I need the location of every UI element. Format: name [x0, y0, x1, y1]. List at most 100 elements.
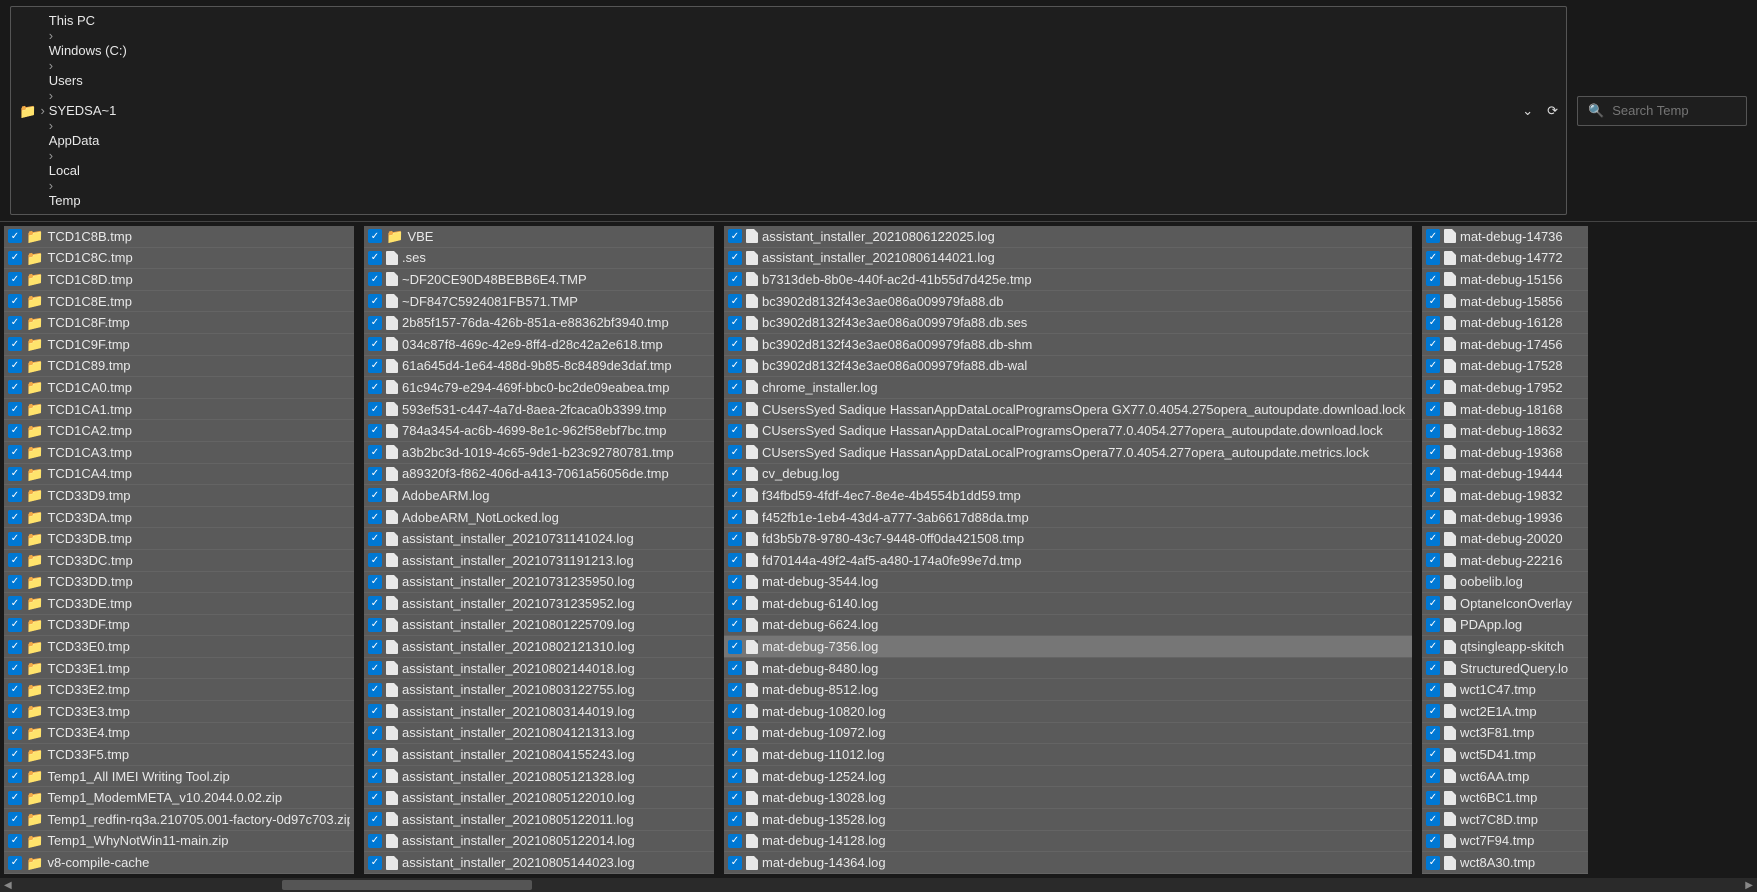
file-row[interactable]: ✓assistant_installer_20210804121313.log [364, 723, 714, 745]
file-row[interactable]: ✓wct6AA.tmp [1422, 766, 1588, 788]
breadcrumb-segment[interactable]: Windows (C:) [49, 43, 127, 58]
checkbox-icon[interactable]: ✓ [368, 618, 382, 632]
file-row[interactable]: ✓61c94c79-e294-469f-bbc0-bc2de09eabea.tm… [364, 377, 714, 399]
file-row[interactable]: ✓f34fbd59-4fdf-4ec7-8e4e-4b4554b1dd59.tm… [724, 485, 1412, 507]
checkbox-icon[interactable]: ✓ [1426, 834, 1440, 848]
checkbox-icon[interactable]: ✓ [368, 488, 382, 502]
checkbox-icon[interactable]: ✓ [8, 294, 22, 308]
file-row[interactable]: ✓StructuredQuery.lo [1422, 658, 1588, 680]
checkbox-icon[interactable]: ✓ [8, 251, 22, 265]
file-row[interactable]: ✓assistant_installer_20210806144021.log [724, 248, 1412, 270]
file-row[interactable]: ✓mat-debug-19832 [1422, 485, 1588, 507]
checkbox-icon[interactable]: ✓ [368, 661, 382, 675]
checkbox-icon[interactable]: ✓ [368, 704, 382, 718]
checkbox-icon[interactable]: ✓ [1426, 380, 1440, 394]
file-row[interactable]: ✓wct8A30.tmp [1422, 852, 1588, 874]
file-row[interactable]: ✓mat-debug-13028.log [724, 787, 1412, 809]
checkbox-icon[interactable]: ✓ [8, 683, 22, 697]
file-row[interactable]: ✓mat-debug-18632 [1422, 420, 1588, 442]
file-row[interactable]: ✓assistant_installer_20210731235950.log [364, 572, 714, 594]
checkbox-icon[interactable]: ✓ [8, 661, 22, 675]
file-row[interactable]: ✓📁TCD33E4.tmp [4, 723, 354, 745]
checkbox-icon[interactable]: ✓ [728, 532, 742, 546]
checkbox-icon[interactable]: ✓ [8, 596, 22, 610]
file-row[interactable]: ✓CUsersSyed Sadique HassanAppDataLocalPr… [724, 420, 1412, 442]
checkbox-icon[interactable]: ✓ [728, 834, 742, 848]
checkbox-icon[interactable]: ✓ [368, 294, 382, 308]
file-row[interactable]: ✓assistant_installer_20210805121328.log [364, 766, 714, 788]
file-row[interactable]: ✓📁TCD33F5.tmp [4, 744, 354, 766]
checkbox-icon[interactable]: ✓ [8, 575, 22, 589]
checkbox-icon[interactable]: ✓ [8, 272, 22, 286]
file-row[interactable]: ✓📁TCD1C89.tmp [4, 356, 354, 378]
checkbox-icon[interactable]: ✓ [1426, 424, 1440, 438]
checkbox-icon[interactable]: ✓ [728, 251, 742, 265]
checkbox-icon[interactable]: ✓ [1426, 856, 1440, 870]
checkbox-icon[interactable]: ✓ [1426, 510, 1440, 524]
file-row[interactable]: ✓mat-debug-17528 [1422, 356, 1588, 378]
checkbox-icon[interactable]: ✓ [8, 337, 22, 351]
file-row[interactable]: ✓AdobeARM_NotLocked.log [364, 507, 714, 529]
checkbox-icon[interactable]: ✓ [1426, 251, 1440, 265]
file-row[interactable]: ✓mat-debug-6140.log [724, 593, 1412, 615]
checkbox-icon[interactable]: ✓ [8, 380, 22, 394]
file-row[interactable]: ✓f452fb1e-1eb4-43d4-a777-3ab6617d88da.tm… [724, 507, 1412, 529]
checkbox-icon[interactable]: ✓ [368, 229, 382, 243]
file-row[interactable]: ✓📁Temp1_WhyNotWin11-main.zip [4, 831, 354, 853]
checkbox-icon[interactable]: ✓ [728, 359, 742, 373]
checkbox-icon[interactable]: ✓ [1426, 532, 1440, 546]
file-row[interactable]: ✓assistant_installer_20210805122010.log [364, 787, 714, 809]
checkbox-icon[interactable]: ✓ [728, 272, 742, 286]
file-row[interactable]: ✓CUsersSyed Sadique HassanAppDataLocalPr… [724, 399, 1412, 421]
checkbox-icon[interactable]: ✓ [368, 726, 382, 740]
checkbox-icon[interactable]: ✓ [8, 791, 22, 805]
file-row[interactable]: ✓bc3902d8132f43e3ae086a009979fa88.db.ses [724, 312, 1412, 334]
checkbox-icon[interactable]: ✓ [368, 791, 382, 805]
file-row[interactable]: ✓wct5D41.tmp [1422, 744, 1588, 766]
checkbox-icon[interactable]: ✓ [1426, 596, 1440, 610]
file-row[interactable]: ✓📁TCD33DE.tmp [4, 593, 354, 615]
checkbox-icon[interactable]: ✓ [728, 229, 742, 243]
checkbox-icon[interactable]: ✓ [1426, 769, 1440, 783]
checkbox-icon[interactable]: ✓ [368, 380, 382, 394]
file-row[interactable]: ✓mat-debug-22216 [1422, 550, 1588, 572]
file-row[interactable]: ✓📁VBE [364, 226, 714, 248]
checkbox-icon[interactable]: ✓ [368, 834, 382, 848]
file-row[interactable]: ✓📁TCD33E2.tmp [4, 679, 354, 701]
checkbox-icon[interactable]: ✓ [368, 575, 382, 589]
checkbox-icon[interactable]: ✓ [728, 337, 742, 351]
checkbox-icon[interactable]: ✓ [728, 726, 742, 740]
checkbox-icon[interactable]: ✓ [728, 380, 742, 394]
checkbox-icon[interactable]: ✓ [728, 596, 742, 610]
checkbox-icon[interactable]: ✓ [728, 510, 742, 524]
checkbox-icon[interactable]: ✓ [1426, 683, 1440, 697]
file-row[interactable]: ✓assistant_installer_20210731141024.log [364, 528, 714, 550]
file-row[interactable]: ✓wct2E1A.tmp [1422, 701, 1588, 723]
refresh-icon[interactable]: ⟳ [1547, 103, 1558, 119]
file-row[interactable]: ✓mat-debug-3544.log [724, 572, 1412, 594]
checkbox-icon[interactable]: ✓ [728, 553, 742, 567]
checkbox-icon[interactable]: ✓ [1426, 726, 1440, 740]
file-row[interactable]: ✓mat-debug-11012.log [724, 744, 1412, 766]
checkbox-icon[interactable]: ✓ [1426, 661, 1440, 675]
checkbox-icon[interactable]: ✓ [728, 640, 742, 654]
file-row[interactable]: ✓.ses [364, 248, 714, 270]
file-row[interactable]: ✓wct3F81.tmp [1422, 723, 1588, 745]
breadcrumb-segment[interactable]: This PC [49, 13, 127, 28]
file-row[interactable]: ✓assistant_installer_20210805122011.log [364, 809, 714, 831]
checkbox-icon[interactable]: ✓ [368, 316, 382, 330]
checkbox-icon[interactable]: ✓ [728, 856, 742, 870]
file-row[interactable]: ✓mat-debug-18168 [1422, 399, 1588, 421]
checkbox-icon[interactable]: ✓ [368, 337, 382, 351]
file-row[interactable]: ✓assistant_installer_20210803122755.log [364, 679, 714, 701]
breadcrumb-segment[interactable]: SYEDSA~1 [49, 103, 127, 118]
checkbox-icon[interactable]: ✓ [8, 402, 22, 416]
file-row[interactable]: ✓mat-debug-17952 [1422, 377, 1588, 399]
checkbox-icon[interactable]: ✓ [8, 856, 22, 870]
checkbox-icon[interactable]: ✓ [8, 229, 22, 243]
file-row[interactable]: ✓📁Temp1_redfin-rq3a.210705.001-factory-0… [4, 809, 354, 831]
checkbox-icon[interactable]: ✓ [368, 402, 382, 416]
file-row[interactable]: ✓assistant_installer_20210804155243.log [364, 744, 714, 766]
checkbox-icon[interactable]: ✓ [1426, 272, 1440, 286]
file-row[interactable]: ✓assistant_installer_20210805144023.log [364, 852, 714, 874]
